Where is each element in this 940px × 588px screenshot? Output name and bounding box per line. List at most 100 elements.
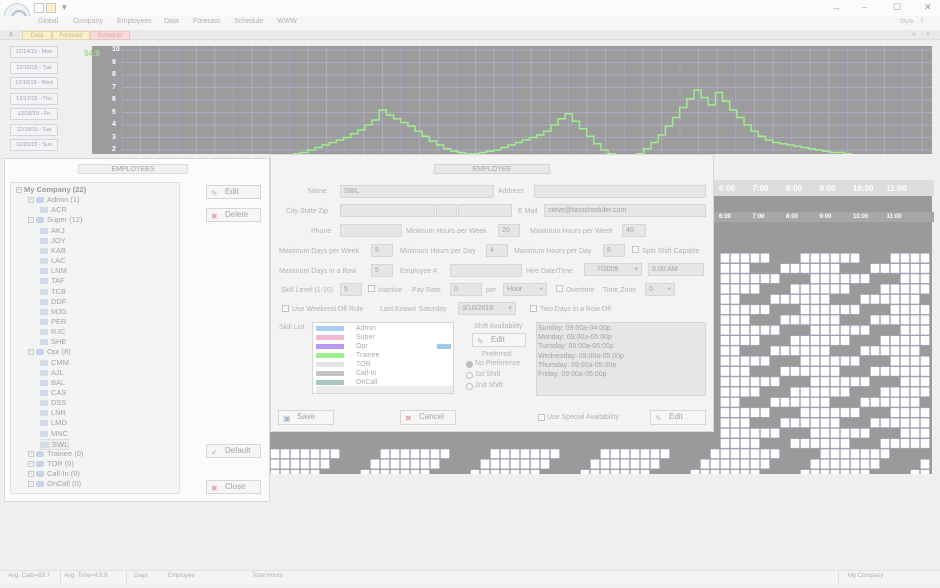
schedule-cell[interactable]: [770, 345, 780, 356]
schedule-cell[interactable]: [750, 428, 760, 439]
schedule-cell[interactable]: [690, 469, 700, 474]
schedule-cell[interactable]: [780, 345, 790, 356]
tree-item[interactable]: − Call-In (0): [28, 469, 80, 478]
schedule-cell[interactable]: [380, 469, 390, 474]
schedule-cell[interactable]: [720, 294, 730, 305]
schedule-cell[interactable]: [630, 469, 640, 474]
schedule-cell[interactable]: [770, 428, 780, 439]
schedule-cell[interactable]: [720, 387, 730, 397]
schedule-cell[interactable]: [830, 387, 840, 397]
tree-item[interactable]: TAF: [40, 276, 65, 285]
schedule-cell[interactable]: [730, 253, 740, 263]
schedule-cell[interactable]: [370, 469, 380, 474]
schedule-cell[interactable]: [890, 335, 900, 346]
schedule-cell[interactable]: [850, 448, 860, 459]
schedule-cell[interactable]: [850, 407, 860, 418]
schedule-cell[interactable]: [910, 366, 920, 377]
city-field[interactable]: [340, 204, 435, 217]
schedule-cell[interactable]: [810, 387, 820, 397]
last-saturday-picker[interactable]: 3/10/2018: [458, 302, 516, 315]
schedule-cell[interactable]: [850, 469, 860, 474]
schedule-cell[interactable]: [860, 428, 870, 439]
schedule-cell[interactable]: [900, 356, 910, 366]
style-menu[interactable]: Style: [900, 19, 913, 25]
schedule-cell[interactable]: [470, 469, 480, 474]
tab-scroll-icon[interactable]: »: [912, 31, 916, 38]
schedule-cell[interactable]: [740, 335, 750, 346]
schedule-cell[interactable]: [820, 438, 830, 449]
split-shift-checkbox[interactable]: [632, 246, 639, 253]
schedule-cell[interactable]: [810, 314, 820, 325]
schedule-cell[interactable]: [810, 284, 820, 294]
skill-item[interactable]: Admin: [356, 325, 376, 332]
schedule-cell[interactable]: [520, 448, 530, 459]
schedule-cell[interactable]: [840, 428, 850, 439]
schedule-cell[interactable]: [720, 273, 730, 284]
tree-item[interactable]: − Super (12): [28, 215, 82, 224]
schedule-cell[interactable]: [520, 459, 530, 469]
schedule-cell[interactable]: [870, 397, 880, 408]
schedule-cell[interactable]: [590, 469, 600, 474]
schedule-cell[interactable]: [910, 335, 920, 346]
schedule-cell[interactable]: [790, 366, 800, 377]
tree-item[interactable]: − Admin (1): [28, 195, 80, 204]
schedule-cell[interactable]: [890, 314, 900, 325]
tree-item[interactable]: CMM: [40, 358, 69, 367]
schedule-cell[interactable]: [860, 469, 870, 474]
schedule-cell[interactable]: [840, 335, 850, 346]
schedule-cell[interactable]: [800, 253, 810, 263]
schedule-cell[interactable]: [900, 263, 910, 274]
schedule-cell[interactable]: [420, 469, 430, 474]
schedule-cell[interactable]: [850, 376, 860, 387]
schedule-cell[interactable]: [910, 294, 920, 305]
schedule-cell[interactable]: [770, 325, 780, 336]
schedule-cell[interactable]: [880, 294, 890, 305]
tree-item[interactable]: TCB: [40, 287, 66, 296]
schedule-cell[interactable]: [750, 273, 760, 284]
tree-item[interactable]: KAB: [40, 246, 66, 255]
tab-close-icon[interactable]: ×: [926, 31, 930, 38]
schedule-cell[interactable]: [870, 459, 880, 469]
schedule-cell[interactable]: [920, 253, 930, 263]
schedule-cell[interactable]: [830, 304, 840, 315]
cancel-button[interactable]: ✖ Cancel: [400, 410, 456, 425]
schedule-cell[interactable]: [770, 273, 780, 284]
schedule-cell[interactable]: [890, 345, 900, 356]
schedule-cell[interactable]: [840, 469, 850, 474]
schedule-cell[interactable]: [750, 253, 760, 263]
schedule-cell[interactable]: [830, 469, 840, 474]
schedule-cell[interactable]: [870, 314, 880, 325]
schedule-cell[interactable]: [580, 469, 590, 474]
tab-schedule[interactable]: Schedule: [90, 31, 130, 40]
overtime-checkbox[interactable]: [556, 285, 563, 292]
schedule-cell[interactable]: [730, 263, 740, 274]
schedule-cell[interactable]: [830, 438, 840, 449]
schedule-cell[interactable]: [820, 417, 830, 428]
schedule-cell[interactable]: [800, 407, 810, 418]
schedule-cell[interactable]: [740, 459, 750, 469]
schedule-cell[interactable]: [760, 356, 770, 366]
close-window-icon[interactable]: ✕: [924, 2, 932, 13]
tree-item[interactable]: MJG: [40, 307, 67, 316]
schedule-cell[interactable]: [840, 459, 850, 469]
max-days-row-field[interactable]: 5: [371, 264, 393, 277]
schedule-cell[interactable]: [800, 438, 810, 449]
schedule-cell[interactable]: [900, 387, 910, 397]
schedule-cell[interactable]: [880, 387, 890, 397]
zip-field[interactable]: [458, 204, 512, 217]
tree-item[interactable]: JOY: [40, 236, 66, 245]
schedule-cell[interactable]: [290, 459, 300, 469]
schedule-cell[interactable]: [920, 273, 930, 284]
schedule-cell[interactable]: [490, 459, 500, 469]
schedule-cell[interactable]: [920, 428, 930, 439]
schedule-cell[interactable]: [600, 469, 610, 474]
schedule-cell[interactable]: [820, 397, 830, 408]
schedule-cell[interactable]: [750, 304, 760, 315]
schedule-cell[interactable]: [530, 459, 540, 469]
schedule-cell[interactable]: [800, 284, 810, 294]
schedule-cell[interactable]: [900, 345, 910, 356]
menu-www[interactable]: WWW: [277, 18, 297, 25]
resize-icon[interactable]: ↔: [832, 2, 841, 12]
schedule-cell[interactable]: [730, 376, 740, 387]
max-days-week-field[interactable]: 5: [371, 244, 393, 257]
